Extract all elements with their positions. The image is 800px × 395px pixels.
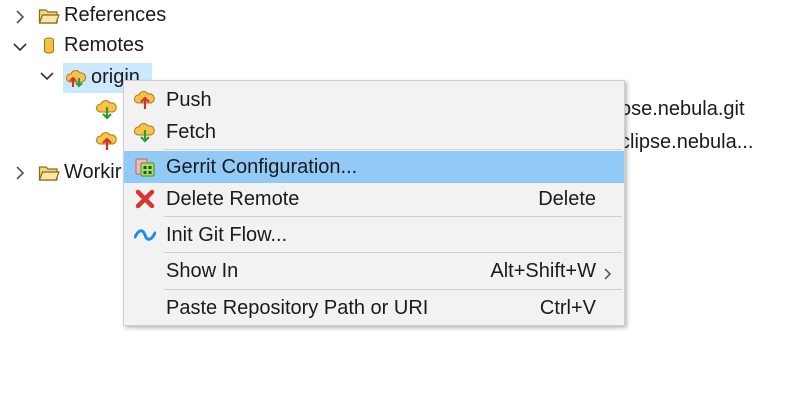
tree-item-push-url[interactable]: clipse.nebula... (620, 128, 753, 156)
tree-item-fetch-url[interactable]: ose.nebula.git (620, 95, 745, 123)
chevron-right-icon[interactable] (11, 164, 29, 182)
gerrit-icon (134, 156, 156, 178)
push-icon (134, 89, 156, 111)
menu-label-init-git-flow: Init Git Flow... (166, 224, 288, 246)
menu-label-paste-path: Paste Repository Path or URI (166, 297, 429, 319)
menu-item-gerrit-configuration[interactable]: Gerrit Configuration... (124, 151, 624, 183)
menu-separator (164, 149, 622, 150)
menu-shortcut-delete: Delete (538, 188, 596, 210)
menu-item-delete-remote[interactable]: Delete Remote Delete (124, 183, 624, 215)
tree-item-remotes[interactable]: Remotes (64, 31, 144, 59)
fetch-icon (134, 121, 156, 143)
git-flow-wave-icon (133, 224, 157, 246)
remote-cloud-icon (65, 67, 87, 89)
tree-item-working-tree[interactable]: Workir (64, 158, 121, 186)
menu-item-push[interactable]: Push (124, 84, 624, 116)
context-menu: Push Fetch Gerrit Configuration... Delet… (123, 80, 625, 326)
chevron-right-icon[interactable] (11, 8, 29, 26)
menu-label-fetch: Fetch (166, 121, 217, 143)
menu-item-show-in[interactable]: Show In Alt+Shift+W (124, 255, 624, 287)
folder-icon (38, 162, 60, 184)
menu-item-paste-repository-path[interactable]: Paste Repository Path or URI Ctrl+V (124, 292, 624, 324)
menu-item-fetch[interactable]: Fetch (124, 116, 624, 148)
remotes-cylinder-icon (38, 35, 60, 57)
menu-separator (164, 252, 622, 253)
menu-separator (164, 216, 622, 217)
menu-item-init-git-flow[interactable]: Init Git Flow... (124, 219, 624, 251)
menu-shortcut-show-in: Alt+Shift+W (490, 260, 596, 282)
menu-label-show-in: Show In (166, 260, 239, 282)
fetch-icon (96, 98, 118, 120)
folder-icon (38, 5, 60, 27)
menu-separator (164, 289, 622, 290)
chevron-down-icon[interactable] (11, 38, 29, 56)
submenu-arrow-icon (602, 264, 612, 287)
delete-x-icon (134, 188, 156, 210)
tree-item-references[interactable]: References (64, 1, 166, 29)
push-icon (96, 130, 118, 152)
menu-label-push: Push (166, 89, 212, 111)
menu-shortcut-paste: Ctrl+V (539, 297, 596, 319)
chevron-down-icon[interactable] (38, 67, 56, 85)
menu-label-delete-remote: Delete Remote (166, 188, 300, 210)
menu-label-gerrit: Gerrit Configuration... (166, 156, 358, 178)
